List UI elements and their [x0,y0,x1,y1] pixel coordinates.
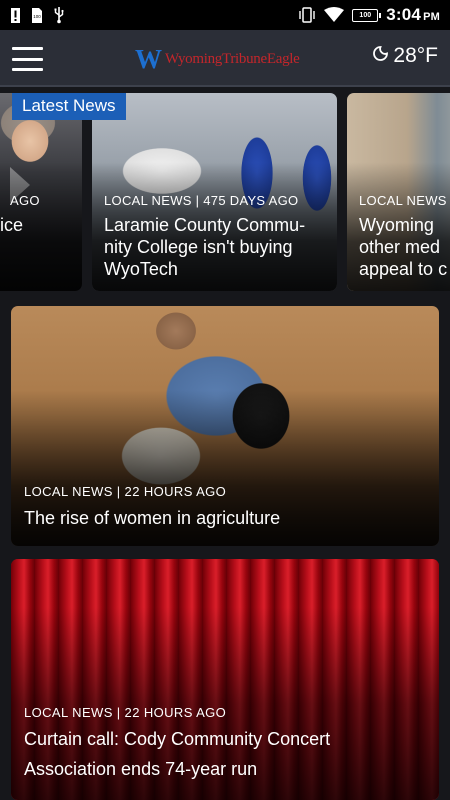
app-header: W WyomingTribuneEagle 28°F [0,30,450,87]
status-bar: 100 100 3:04 PM [0,0,450,30]
carousel-card[interactable]: LOCAL NEWS Wyoming other med appeal to c [347,93,450,291]
feature-article-card[interactable]: LOCAL NEWS | 22 HOURS AGO Curtain call: … [11,559,439,800]
logo-mark: W [135,44,162,74]
alert-icon [10,7,21,24]
night-moon-icon [372,45,389,67]
latest-news-carousel[interactable]: AGO ice LOCAL NEWS | 475 DAYS AGO Larami… [0,93,450,293]
article-meta: LOCAL NEWS [359,193,447,208]
sd-card-icon: 100 [31,7,43,24]
usb-icon [53,6,65,24]
carousel-card[interactable]: LOCAL NEWS | 475 DAYS AGO Laramie County… [92,93,337,291]
menu-icon[interactable] [12,47,43,71]
article-meta: AGO [10,193,40,208]
article-title: Laramie County Commu- nity College isn't… [104,215,306,279]
svg-text:100: 100 [33,14,41,19]
article-meta: LOCAL NEWS | 22 HOURS AGO [24,484,227,499]
article-title: ice [0,215,24,235]
weather-temperature: 28°F [393,44,438,67]
logo-text: WyomingTribuneEagle [165,51,300,67]
battery-icon: 100 [352,8,382,22]
article-title: The rise of women in agriculture [24,508,281,528]
article-title: Curtain call: Cody Community Concert Ass… [24,729,331,779]
article-meta: LOCAL NEWS | 22 HOURS AGO [24,705,227,720]
article-title: Wyoming other med appeal to c [359,215,448,279]
weather-widget[interactable]: 28°F [372,44,438,68]
brand-logo[interactable]: W WyomingTribuneEagle [135,44,300,75]
vibrate-icon [298,7,316,23]
carousel-card[interactable]: AGO ice [0,93,82,291]
latest-news-badge: Latest News [12,93,126,120]
clock: 3:04 PM [386,5,440,24]
wifi-icon [324,7,345,23]
article-meta: LOCAL NEWS | 475 DAYS AGO [104,193,299,208]
feature-article-card[interactable]: LOCAL NEWS | 22 HOURS AGO The rise of wo… [11,306,439,546]
